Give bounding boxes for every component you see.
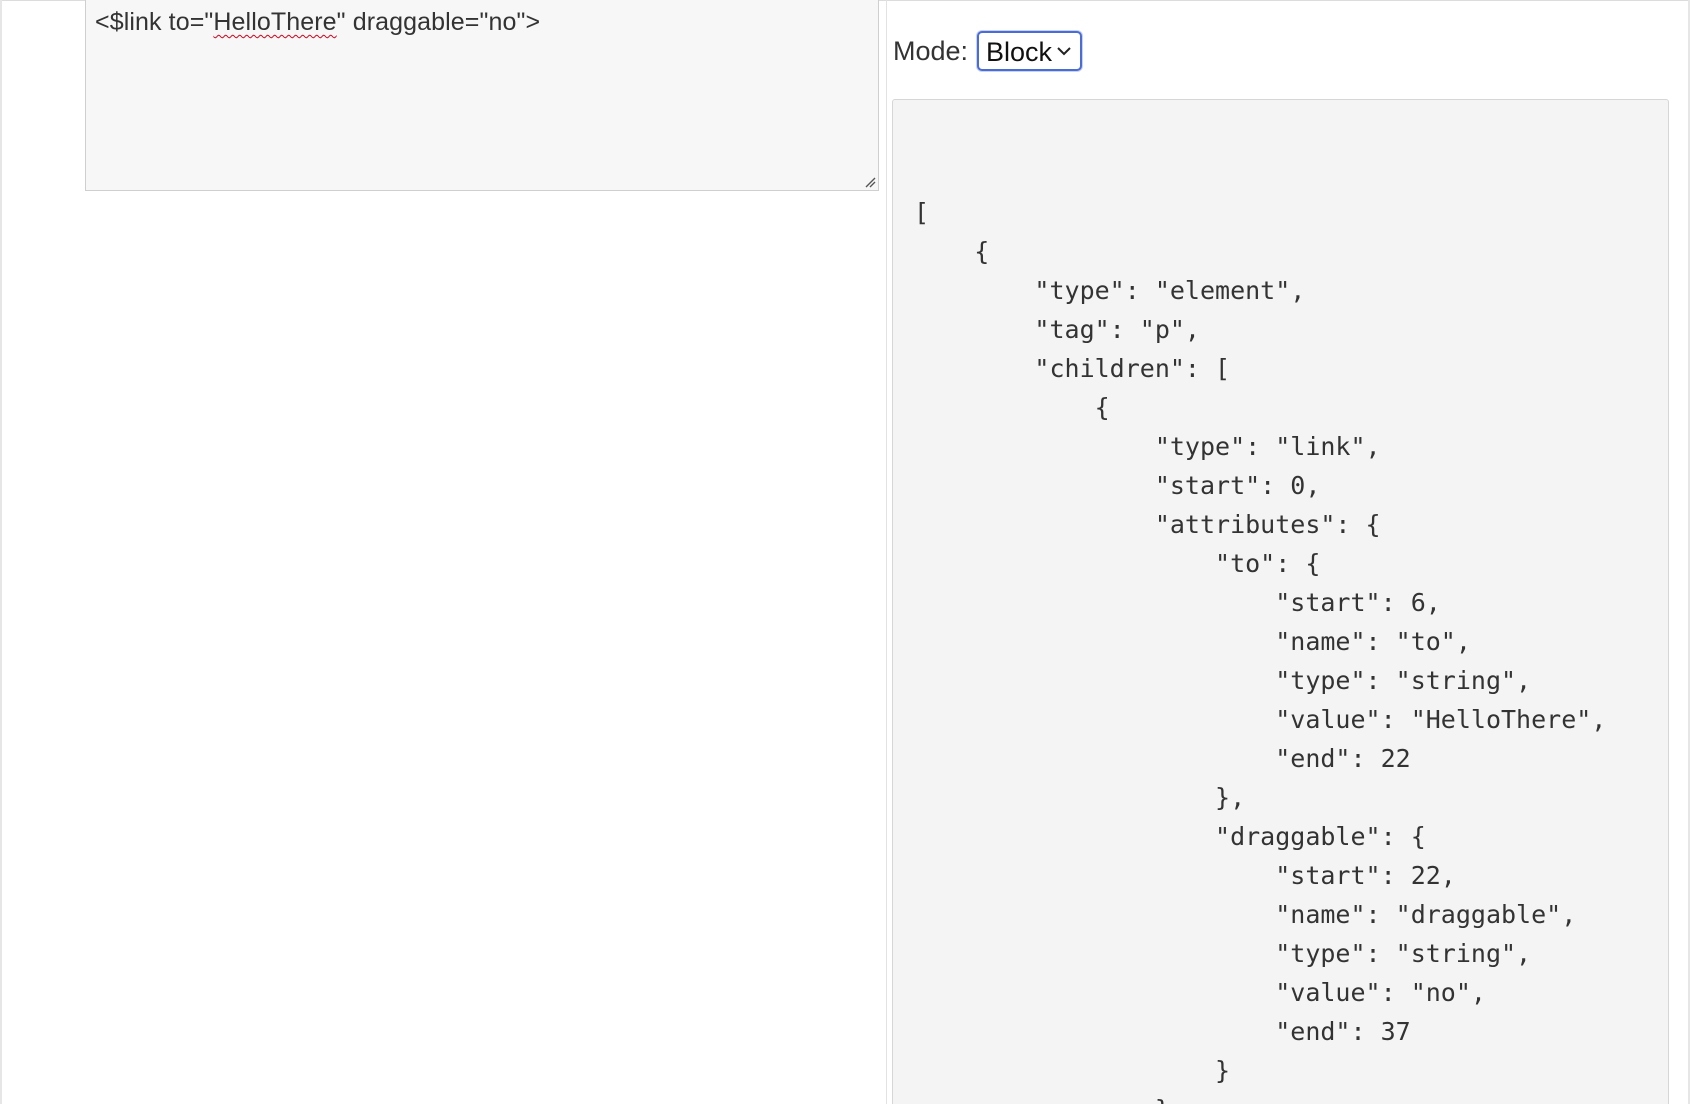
frame-left-border (0, 0, 2, 1104)
parse-tree-output: [ { "type": "element", "tag": "p", "chil… (892, 99, 1669, 1104)
resize-grip-icon[interactable] (864, 176, 876, 188)
json-line: "draggable": { (914, 822, 1426, 851)
json-line: }, (914, 783, 1246, 812)
json-line: "value": "no", (914, 978, 1486, 1007)
mode-label: Mode: (893, 36, 969, 66)
json-line: "end": 37 (914, 1017, 1411, 1046)
json-line: { (914, 237, 990, 266)
json-line: "children": [ (914, 354, 1231, 383)
json-line: "type": "string", (914, 666, 1532, 695)
json-line: "start": 22, (914, 861, 1456, 890)
column-divider (886, 0, 887, 1104)
json-line: { (914, 393, 1110, 422)
mode-select[interactable]: Block (977, 31, 1082, 71)
json-line: "value": "HelloThere", (914, 705, 1607, 734)
json-line: "type": "link", (914, 432, 1381, 461)
json-line: [ (914, 198, 930, 227)
json-line: "tag": "p", (914, 315, 1200, 344)
wikitext-input[interactable]: <$link to="HelloThere" draggable="no"> (85, 0, 879, 191)
json-line: "start": 6, (914, 588, 1441, 617)
json-line: "type": "element", (914, 276, 1306, 305)
parse-tree-json: [ { "type": "element", "tag": "p", "chil… (914, 193, 1606, 1104)
misspelled-word[interactable]: HelloThere (213, 8, 336, 36)
json-line: "to": { (914, 549, 1321, 578)
chevron-down-icon (1057, 47, 1071, 56)
json-line: "name": "draggable", (914, 900, 1577, 929)
json-line: "name": "to", (914, 627, 1471, 656)
mode-select-value: Block (986, 37, 1053, 67)
json-line: "type": "string", (914, 939, 1532, 968)
json-line: "attributes": { (914, 510, 1381, 539)
json-line: } (914, 1056, 1231, 1085)
json-line: "start": 0, (914, 471, 1321, 500)
wikitext-before: <$link to=" (95, 8, 214, 36)
json-line: "end": 22 (914, 744, 1411, 773)
app-frame: <$link to="HelloThere" draggable="no"> M… (0, 0, 1690, 1104)
wikitext-after: " draggable="no"> (336, 8, 541, 36)
wikitext-content[interactable]: <$link to="HelloThere" draggable="no"> (95, 8, 540, 37)
json-line: }, (914, 1095, 1185, 1104)
